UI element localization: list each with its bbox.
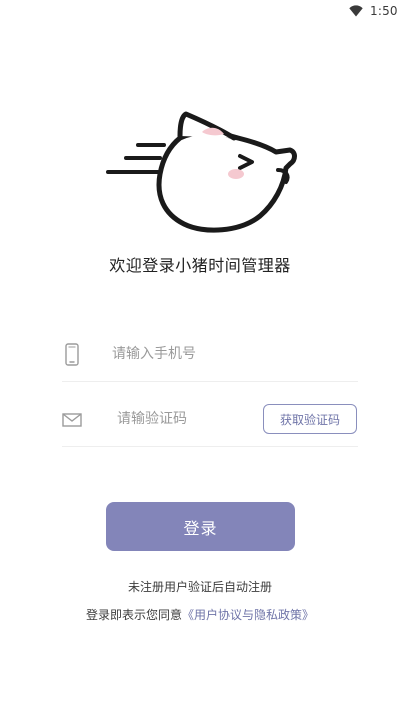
agreement-link[interactable]: 《用户协议与隐私政策》 [182, 608, 314, 622]
mail-icon [62, 413, 82, 427]
welcome-title: 欢迎登录小猪时间管理器 [109, 256, 291, 275]
code-input[interactable] [117, 406, 257, 432]
phone-row [62, 333, 358, 382]
status-time: 1:50 [370, 4, 398, 18]
status-bar: 1:50 [0, 0, 400, 24]
get-code-button[interactable]: 获取验证码 [263, 404, 357, 434]
pig-logo-icon [106, 111, 297, 233]
code-row: 获取验证码 [62, 398, 358, 447]
phone-input[interactable] [112, 341, 292, 367]
login-button[interactable]: 登录 [106, 502, 295, 551]
auto-register-hint: 未注册用户验证后自动注册 [127, 580, 272, 594]
agreement-text: 登录即表示您同意《用户协议与隐私政策》 [0, 606, 400, 623]
login-screen: 1:50 欢迎登录小猪时间管理器 获取验证码 登录 [0, 0, 400, 710]
wifi-icon [349, 5, 363, 17]
agreement-prefix: 登录即表示您同意 [85, 608, 182, 622]
phone-icon [65, 343, 79, 366]
